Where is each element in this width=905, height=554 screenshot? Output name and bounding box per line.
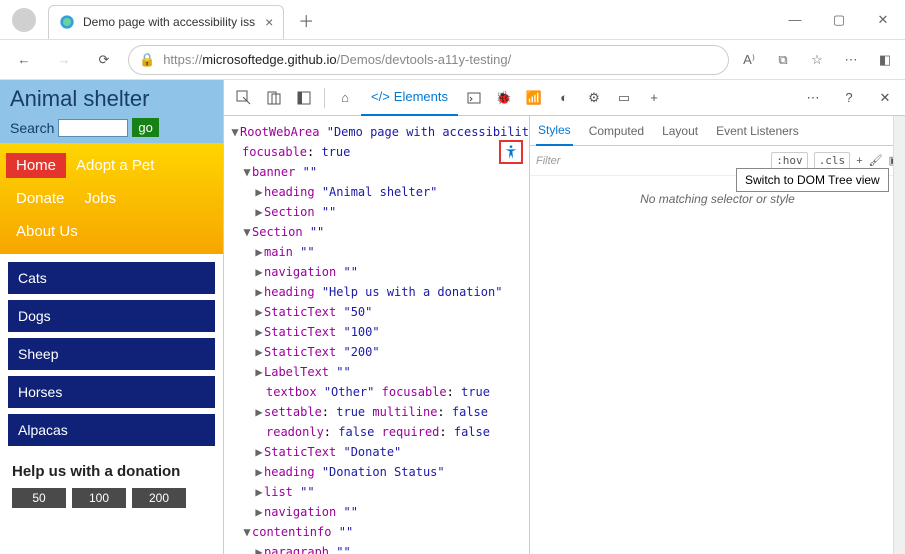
devtools-settings-icon[interactable]: ⋯	[799, 84, 827, 112]
welcome-icon[interactable]: ⌂	[331, 84, 359, 112]
devtools-toolbar: ⌂ </>Elements 🐞 📶 ◐ ⚙ ▭ + ⋯ ? ✕	[224, 80, 905, 116]
edge-icon	[59, 14, 75, 30]
device-icon[interactable]	[260, 84, 288, 112]
forward-button: →	[48, 44, 80, 76]
styles-filter[interactable]: Filter	[536, 155, 765, 167]
refresh-button[interactable]: ⟳	[88, 44, 120, 76]
minimize-button[interactable]: ―	[773, 4, 817, 36]
nav-about[interactable]: About Us	[6, 219, 217, 244]
new-tab-button[interactable]: ＋	[294, 4, 318, 36]
window-controls: ― ▢ ✕	[773, 4, 905, 36]
address-bar: ← → ⟳ 🔒 https://microsoftedge.github.io/…	[0, 40, 905, 80]
extensions-icon[interactable]: ◧	[873, 52, 897, 68]
amount-50[interactable]: 50	[12, 488, 66, 508]
styles-brush-icon[interactable]: 🖌	[869, 154, 883, 167]
close-devtools-icon[interactable]: ✕	[871, 84, 899, 112]
dock-icon[interactable]	[290, 84, 318, 112]
styles-tabs: Styles Computed Layout Event Listeners »	[530, 116, 905, 146]
accessibility-tree[interactable]: ▼RootWebArea "Demo page with accessibili…	[224, 116, 529, 554]
accessibility-icon	[503, 144, 519, 160]
more-tabs-icon[interactable]: +	[640, 84, 668, 112]
tab-computed[interactable]: Computed	[587, 116, 646, 146]
donate-heading: Help us with a donation	[12, 462, 211, 482]
tab-layout[interactable]: Layout	[660, 116, 700, 146]
sidebar-item-sheep[interactable]: Sheep	[8, 338, 215, 370]
tooltip: Switch to DOM Tree view	[736, 168, 889, 192]
page-header: Animal shelter Search go	[0, 80, 223, 143]
performance-icon[interactable]: ◐	[550, 84, 578, 112]
reader-icon[interactable]: ⧉	[771, 52, 795, 68]
go-button[interactable]: go	[132, 118, 158, 137]
rendered-page: Animal shelter Search go Home Adopt a Pe…	[0, 80, 223, 554]
search-input[interactable]	[58, 119, 128, 137]
application-icon[interactable]: ▭	[610, 84, 638, 112]
amount-100[interactable]: 100	[72, 488, 126, 508]
help-icon[interactable]: ?	[835, 84, 863, 112]
top-nav: Home Adopt a Pet Donate Jobs About Us	[0, 143, 223, 254]
read-aloud-icon[interactable]: A⁾	[737, 52, 761, 68]
sidebar-item-cats[interactable]: Cats	[8, 262, 215, 294]
tab-styles[interactable]: Styles	[536, 116, 573, 146]
tab-event-listeners[interactable]: Event Listeners	[714, 116, 801, 146]
settings-menu-icon[interactable]: ⋯	[839, 52, 863, 68]
browser-tab[interactable]: Demo page with accessibility iss ×	[48, 5, 284, 39]
sidebar-item-alpacas[interactable]: Alpacas	[8, 414, 215, 446]
nav-donate[interactable]: Donate	[6, 186, 74, 211]
tab-elements[interactable]: </>Elements	[361, 80, 458, 116]
cls-toggle[interactable]: .cls	[814, 152, 851, 169]
memory-icon[interactable]: ⚙	[580, 84, 608, 112]
url-text: https://microsoftedge.github.io/Demos/de…	[163, 52, 511, 67]
favorite-icon[interactable]: ☆	[805, 52, 829, 68]
url-box[interactable]: 🔒 https://microsoftedge.github.io/Demos/…	[128, 45, 729, 75]
close-tab-icon[interactable]: ×	[265, 14, 273, 30]
nav-adopt[interactable]: Adopt a Pet	[66, 153, 164, 178]
sources-icon[interactable]: 🐞	[490, 84, 518, 112]
nav-home[interactable]: Home	[6, 153, 66, 178]
maximize-button[interactable]: ▢	[817, 4, 861, 36]
animal-sidebar: Cats Dogs Sheep Horses Alpacas	[0, 254, 223, 454]
nav-jobs[interactable]: Jobs	[74, 186, 126, 211]
back-button[interactable]: ←	[8, 44, 40, 76]
network-icon[interactable]: 📶	[520, 84, 548, 112]
donate-section: Help us with a donation 50 100 200	[0, 454, 223, 516]
inspect-icon[interactable]	[230, 84, 258, 112]
new-style-rule-icon[interactable]: +	[856, 155, 862, 167]
tab-title: Demo page with accessibility iss	[83, 15, 255, 29]
lock-icon: 🔒	[139, 52, 155, 68]
console-icon[interactable]	[460, 84, 488, 112]
window-titlebar: Demo page with accessibility iss × ＋ ― ▢…	[0, 0, 905, 40]
profile-avatar[interactable]	[12, 8, 36, 32]
close-window-button[interactable]: ✕	[861, 4, 905, 36]
search-label: Search	[10, 120, 54, 136]
devtools-panel: ⌂ </>Elements 🐞 📶 ◐ ⚙ ▭ + ⋯ ? ✕ ▼RootWeb…	[223, 80, 905, 554]
page-title: Animal shelter	[10, 86, 213, 112]
amount-200[interactable]: 200	[132, 488, 186, 508]
switch-to-dom-tree-button[interactable]	[499, 140, 523, 164]
sidebar-item-dogs[interactable]: Dogs	[8, 300, 215, 332]
hov-toggle[interactable]: :hov	[771, 152, 808, 169]
sidebar-item-horses[interactable]: Horses	[8, 376, 215, 408]
scrollbar[interactable]	[893, 116, 905, 554]
